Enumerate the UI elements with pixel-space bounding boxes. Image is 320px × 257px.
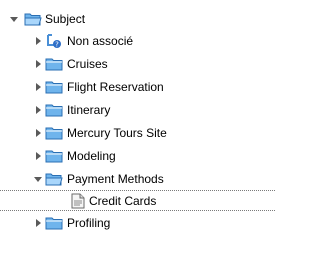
tree-node-label: Itinerary [67, 103, 111, 117]
tree-node-label: Subject [45, 12, 86, 26]
folder-open-icon [24, 13, 42, 26]
tree-node-subject[interactable]: Subject [0, 9, 275, 30]
folder-icon [45, 127, 63, 140]
folder-open-icon [45, 173, 63, 186]
document-icon [71, 193, 85, 209]
tree-node-cruises[interactable]: Cruises [0, 54, 275, 75]
unassigned-folder-icon: ? [47, 34, 61, 49]
folder-icon [45, 81, 63, 94]
folder-icon [45, 104, 63, 117]
chevron-down-icon[interactable] [9, 14, 19, 24]
chevron-right-icon[interactable] [33, 105, 43, 115]
svg-text:?: ? [55, 41, 59, 49]
tree-node-mercury-tours-site[interactable]: Mercury Tours Site [0, 123, 275, 144]
tree-node-itinerary[interactable]: Itinerary [0, 100, 275, 121]
chevron-down-icon[interactable] [33, 174, 43, 184]
tree-node-profiling[interactable]: Profiling [0, 213, 275, 234]
chevron-right-icon[interactable] [33, 82, 43, 92]
tree-node-credit-cards[interactable]: Credit Cards [0, 190, 275, 211]
tree-node-label: Flight Reservation [67, 80, 164, 94]
tree-node-non-associe[interactable]: ? Non associé [0, 31, 275, 52]
tree-node-label: Non associé [67, 34, 134, 48]
tree-node-label: Payment Methods [67, 172, 164, 186]
folder-icon [45, 217, 63, 230]
tree-node-payment-methods[interactable]: Payment Methods [0, 169, 275, 190]
tree-node-label: Modeling [67, 149, 116, 163]
tree-node-label: Profiling [67, 216, 111, 230]
chevron-right-icon[interactable] [33, 36, 43, 46]
subject-tree: Subject ? Non associé Cruises Flight Res… [0, 0, 275, 257]
chevron-right-icon[interactable] [33, 151, 43, 161]
chevron-right-icon[interactable] [33, 128, 43, 138]
tree-node-label: Cruises [67, 57, 108, 71]
folder-icon [45, 150, 63, 163]
tree-node-label: Mercury Tours Site [67, 126, 167, 140]
tree-node-label: Credit Cards [89, 194, 157, 208]
chevron-right-icon[interactable] [33, 218, 43, 228]
tree-node-flight-reservation[interactable]: Flight Reservation [0, 77, 275, 98]
folder-icon [45, 58, 63, 71]
chevron-right-icon[interactable] [33, 59, 43, 69]
tree-node-modeling[interactable]: Modeling [0, 146, 275, 167]
